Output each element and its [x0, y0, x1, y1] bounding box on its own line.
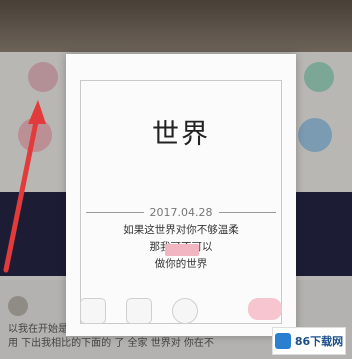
site-logo-icon [274, 333, 291, 349]
red-arrow-annotation [3, 100, 46, 273]
watermark-text: 86下载网 [294, 335, 344, 348]
watermark: 86下载网 [272, 327, 346, 355]
